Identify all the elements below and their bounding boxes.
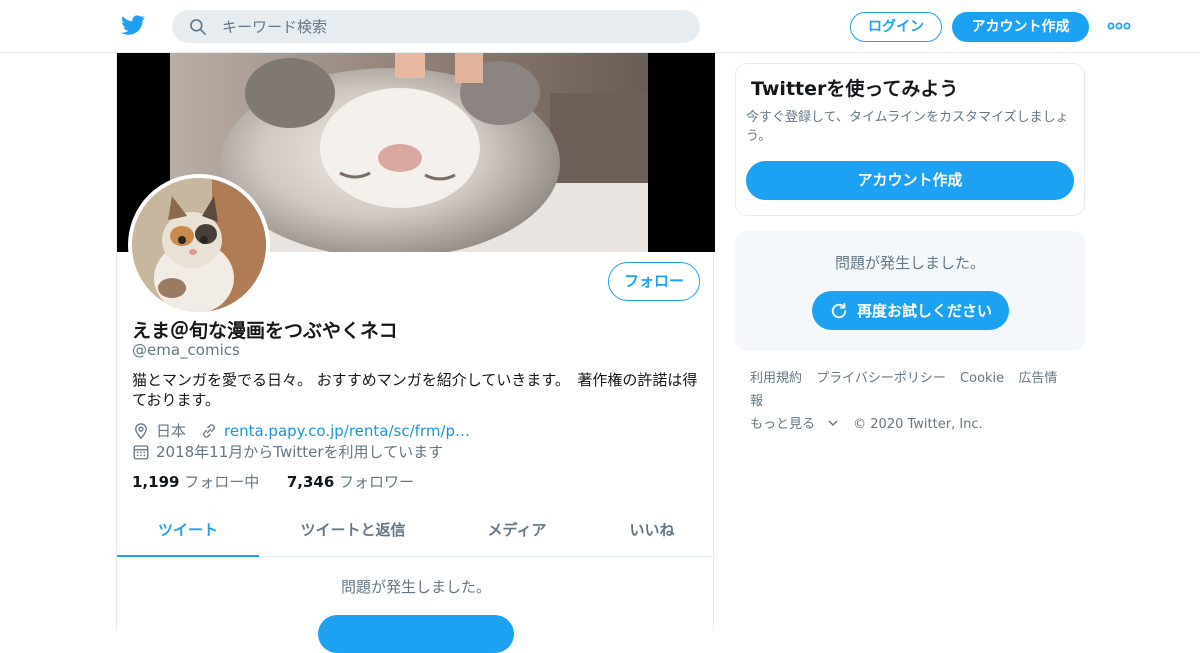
footer-more-link[interactable]: もっと見る xyxy=(750,417,839,432)
signup-card-title: Twitterを使ってみよう xyxy=(751,78,959,100)
location-pin-icon xyxy=(135,422,147,439)
login-button[interactable]: ログイン xyxy=(850,12,942,42)
top-navigation-bar: ログイン アカウント作成 xyxy=(0,0,1200,53)
followers-stat[interactable]: 7,346 フォロワー xyxy=(287,473,414,491)
calendar-icon xyxy=(133,444,149,459)
sidebar-footer: 利用規約 プライバシーポリシー Cookie 広告情報 もっと見る © 2020… xyxy=(750,367,1080,436)
follow-button[interactable]: フォロー xyxy=(608,262,700,301)
profile-website-link[interactable]: renta.papy.co.jp/renta/sc/frm/p… xyxy=(224,422,470,440)
search-box[interactable] xyxy=(172,10,700,43)
signup-card: Twitterを使ってみよう 今すぐ登録して、タイムラインをカスタマイズしましょ… xyxy=(735,63,1085,216)
footer-link-cookie[interactable]: Cookie xyxy=(960,371,1004,386)
signup-card-text: 今すぐ登録して、タイムラインをカスタマイズしましょう。 xyxy=(746,110,1069,144)
profile-name: えま＠旬な漫画をつぶやくネコ xyxy=(132,320,398,342)
followers-count: 7,346 xyxy=(286,473,335,491)
timeline-error-text: 問題が発生しました。 xyxy=(340,578,491,596)
tab-media[interactable]: メディア xyxy=(467,505,567,557)
retry-button[interactable]: 再度お試しください xyxy=(812,291,1009,330)
profile-handle[interactable]: @ema_comics xyxy=(132,341,240,359)
footer-link-terms[interactable]: 利用規約 xyxy=(750,371,802,386)
refresh-icon xyxy=(831,302,847,318)
sidebar-error-card: 問題が発生しました。 再度お試しください xyxy=(735,231,1085,351)
footer-copyright: © 2020 Twitter, Inc. xyxy=(853,417,983,432)
profile-joined-row: 2018年11月からTwitterを利用しています xyxy=(132,441,443,462)
twitter-bird-icon[interactable] xyxy=(120,13,146,37)
chevron-down-icon xyxy=(828,420,838,427)
search-input[interactable] xyxy=(222,10,682,43)
tab-tweets-and-replies[interactable]: ツイートと返信 xyxy=(279,505,427,557)
retry-label: 再度お試しください xyxy=(856,302,992,320)
link-icon xyxy=(203,423,215,438)
profile-column: フォロー えま＠旬な漫画をつぶやくネコ @ema_comics 猫とマンガを愛で… xyxy=(116,53,715,653)
footer-link-privacy[interactable]: プライバシーポリシー xyxy=(816,371,946,386)
search-icon xyxy=(190,19,206,35)
more-dots-icon[interactable] xyxy=(1106,18,1132,34)
profile-joined-date: 2018年11月からTwitterを利用しています xyxy=(156,443,444,461)
profile-tabs: ツイート ツイートと返信 メディア いいね xyxy=(117,505,715,557)
following-label: フォロー中 xyxy=(184,473,260,491)
signup-button[interactable]: アカウント作成 xyxy=(952,12,1089,42)
followers-label: フォロワー xyxy=(339,473,415,491)
tab-tweets[interactable]: ツイート xyxy=(117,505,259,557)
footer-more-label: もっと見る xyxy=(750,417,816,432)
profile-location: 日本 xyxy=(156,422,187,440)
avatar-cat-photo xyxy=(132,178,266,312)
profile-bio: 猫とマンガを愛でる日々。 おすすめマンガを紹介していきます。 著作権の許諾は得て… xyxy=(132,371,698,409)
profile-location-row: 日本 renta.papy.co.jp/renta/sc/frm/p… xyxy=(132,420,470,441)
timeline-retry-button[interactable] xyxy=(318,615,514,653)
following-stat[interactable]: 1,199 フォロー中 xyxy=(132,473,259,491)
profile-stats: 1,199 フォロー中 7,346 フォロワー xyxy=(132,471,414,492)
sidebar-error-text: 問題が発生しました。 xyxy=(834,254,985,272)
signup-card-button[interactable]: アカウント作成 xyxy=(746,161,1074,200)
profile-avatar[interactable] xyxy=(128,174,270,316)
tab-likes[interactable]: いいね xyxy=(607,505,697,557)
following-count: 1,199 xyxy=(132,473,180,491)
